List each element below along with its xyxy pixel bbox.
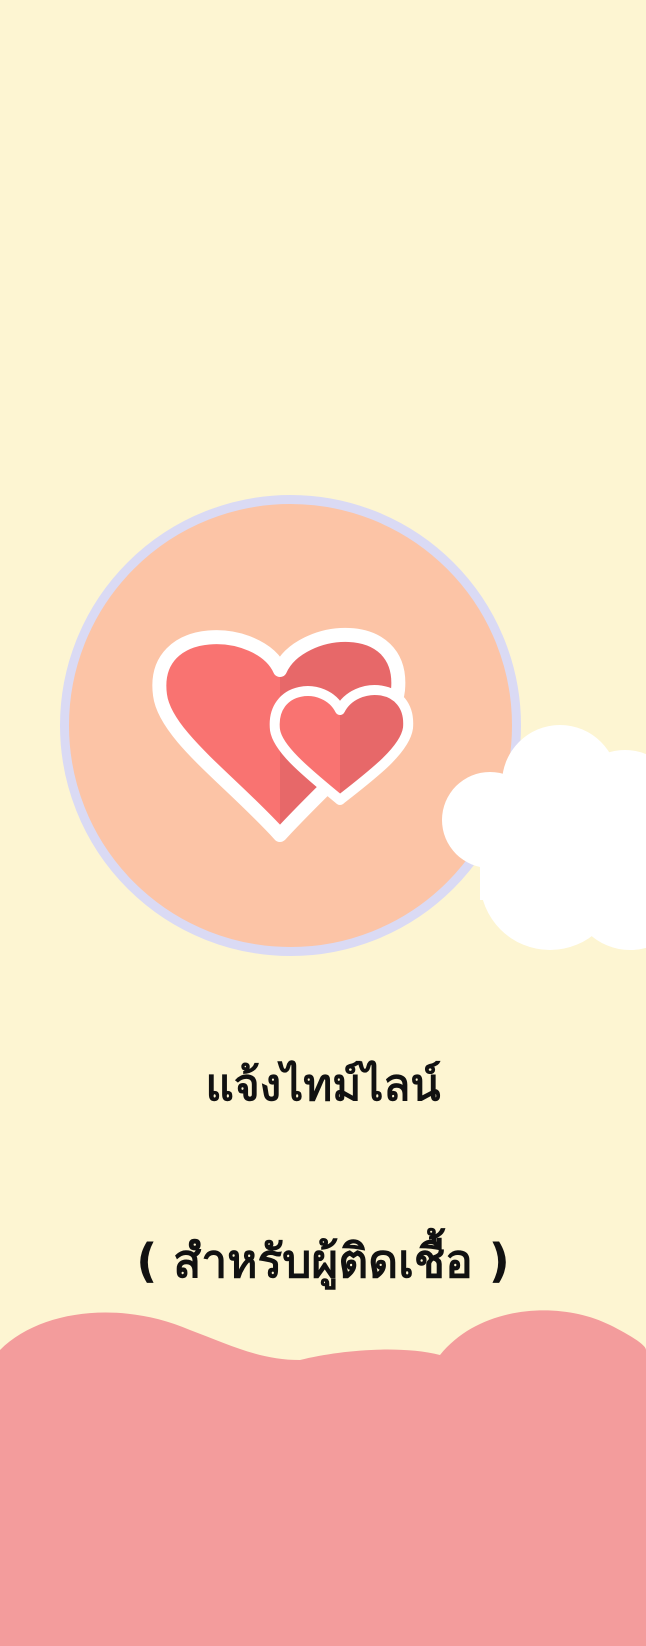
page-subtitle: ( สำหรับผู้ติดเชื้อ ) [136, 1234, 510, 1288]
bottom-cloud-decoration [0, 1310, 646, 1646]
two-hearts-icon [152, 628, 414, 842]
cloud-icon [442, 725, 646, 950]
page-title: แจ้งไทม์ไลน์ [205, 1060, 441, 1111]
splash-screen: แจ้งไทม์ไลน์ ( สำหรับผู้ติดเชื้อ ) [0, 0, 646, 1646]
